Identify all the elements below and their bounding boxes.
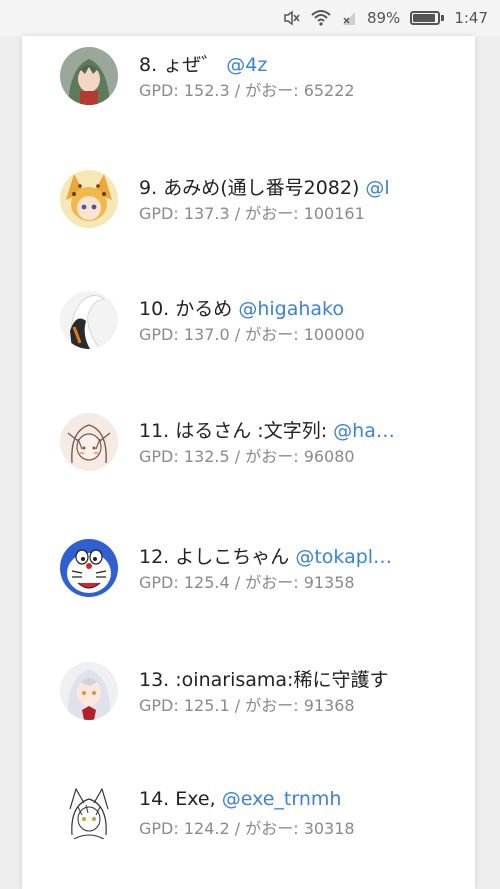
entry-name-line: 11. はるさん :文字列: @ha… xyxy=(139,416,439,443)
sketch-girl-avatar[interactable] xyxy=(60,413,118,471)
rank-number: 11. xyxy=(139,420,170,442)
list-item[interactable]: 9. あみめ(通し番号2082) @l GPD: 137.3 / がおー: 10… xyxy=(22,159,475,239)
entry-stats: GPD: 124.2 / がおー: 30318 xyxy=(139,819,355,838)
list-item[interactable]: 12. よしこちゃん @tokapl… GPD: 125.4 / がおー: 91… xyxy=(22,528,475,608)
entry-stats: GPD: 125.1 / がおー: 91368 xyxy=(139,696,355,715)
list-item[interactable]: 11. はるさん :文字列: @ha… GPD: 132.5 / がおー: 96… xyxy=(22,402,475,482)
entry-stats: GPD: 132.5 / がおー: 96080 xyxy=(139,447,355,466)
rank-number: 10. xyxy=(139,298,170,320)
no-signal-icon xyxy=(341,8,357,28)
display-name: はるさん :文字列: xyxy=(175,420,328,442)
entry-stats: GPD: 137.0 / がおー: 100000 xyxy=(139,325,365,344)
rank-number: 8. xyxy=(139,54,158,76)
user-handle[interactable]: @tokapl… xyxy=(295,546,392,568)
status-bar: 89% 1:47 xyxy=(0,0,500,36)
entry-name-line: 8. ょぜ゛ @4z xyxy=(139,50,439,77)
fox-girl-lineart-avatar[interactable] xyxy=(60,785,118,843)
battery-icon xyxy=(410,11,445,25)
user-handle[interactable]: @4z xyxy=(226,54,267,76)
entry-stats: GPD: 137.3 / がおー: 100161 xyxy=(139,204,365,223)
entry-name-line: 12. よしこちゃん @tokapl… xyxy=(139,542,439,569)
wifi-icon xyxy=(311,8,331,28)
blue-robot-cat-avatar[interactable] xyxy=(60,539,118,597)
entry-stats: GPD: 125.4 / がおー: 91358 xyxy=(139,573,355,592)
user-handle[interactable]: @exe_trnmh xyxy=(222,788,342,810)
display-name: あみめ(通し番号2082) xyxy=(163,177,360,199)
swan-avatar[interactable] xyxy=(60,291,118,349)
rank-number: 14. xyxy=(139,788,170,810)
silver-hair-girl-avatar[interactable] xyxy=(60,662,118,720)
list-item[interactable]: 13. :oinarisama:稀に守護す GPD: 125.1 / がおー: … xyxy=(22,651,475,731)
user-handle[interactable]: @higahako xyxy=(238,298,344,320)
display-name: かるめ xyxy=(175,298,233,320)
user-handle[interactable]: @ha… xyxy=(333,420,395,442)
display-name: :oinarisama:稀に守護す xyxy=(175,669,389,691)
user-handle[interactable]: @l xyxy=(365,177,389,199)
clock: 1:47 xyxy=(454,9,488,27)
green-hair-character-avatar[interactable] xyxy=(60,47,118,105)
entry-stats: GPD: 152.3 / がおー: 65222 xyxy=(139,81,355,100)
rank-number: 13. xyxy=(139,669,170,691)
display-name: よしこちゃん xyxy=(175,546,290,568)
rank-number: 9. xyxy=(139,177,158,199)
list-item[interactable]: 10. かるめ @higahako GPD: 137.0 / がおー: 1000… xyxy=(22,280,475,360)
entry-name-line: 14. Exe, @exe_trnmh xyxy=(139,788,439,810)
list-item[interactable]: 8. ょぜ゛ @4z GPD: 152.3 / がおー: 65222 xyxy=(22,36,475,116)
list-item[interactable]: 14. Exe, @exe_trnmh GPD: 124.2 / がおー: 30… xyxy=(22,774,475,854)
serval-character-avatar[interactable] xyxy=(60,170,118,228)
entry-name-line: 10. かるめ @higahako xyxy=(139,294,439,321)
entry-name-line: 9. あみめ(通し番号2082) @l xyxy=(139,173,439,200)
rank-number: 12. xyxy=(139,546,170,568)
ranking-list: 8. ょぜ゛ @4z GPD: 152.3 / がおー: 65222 9. あみ… xyxy=(22,36,475,889)
entry-name-line: 13. :oinarisama:稀に守護す xyxy=(139,665,439,692)
battery-percent: 89% xyxy=(366,9,401,27)
mute-icon xyxy=(283,8,301,28)
display-name: Exe, xyxy=(175,788,216,810)
display-name: ょぜ゛ xyxy=(163,54,221,76)
